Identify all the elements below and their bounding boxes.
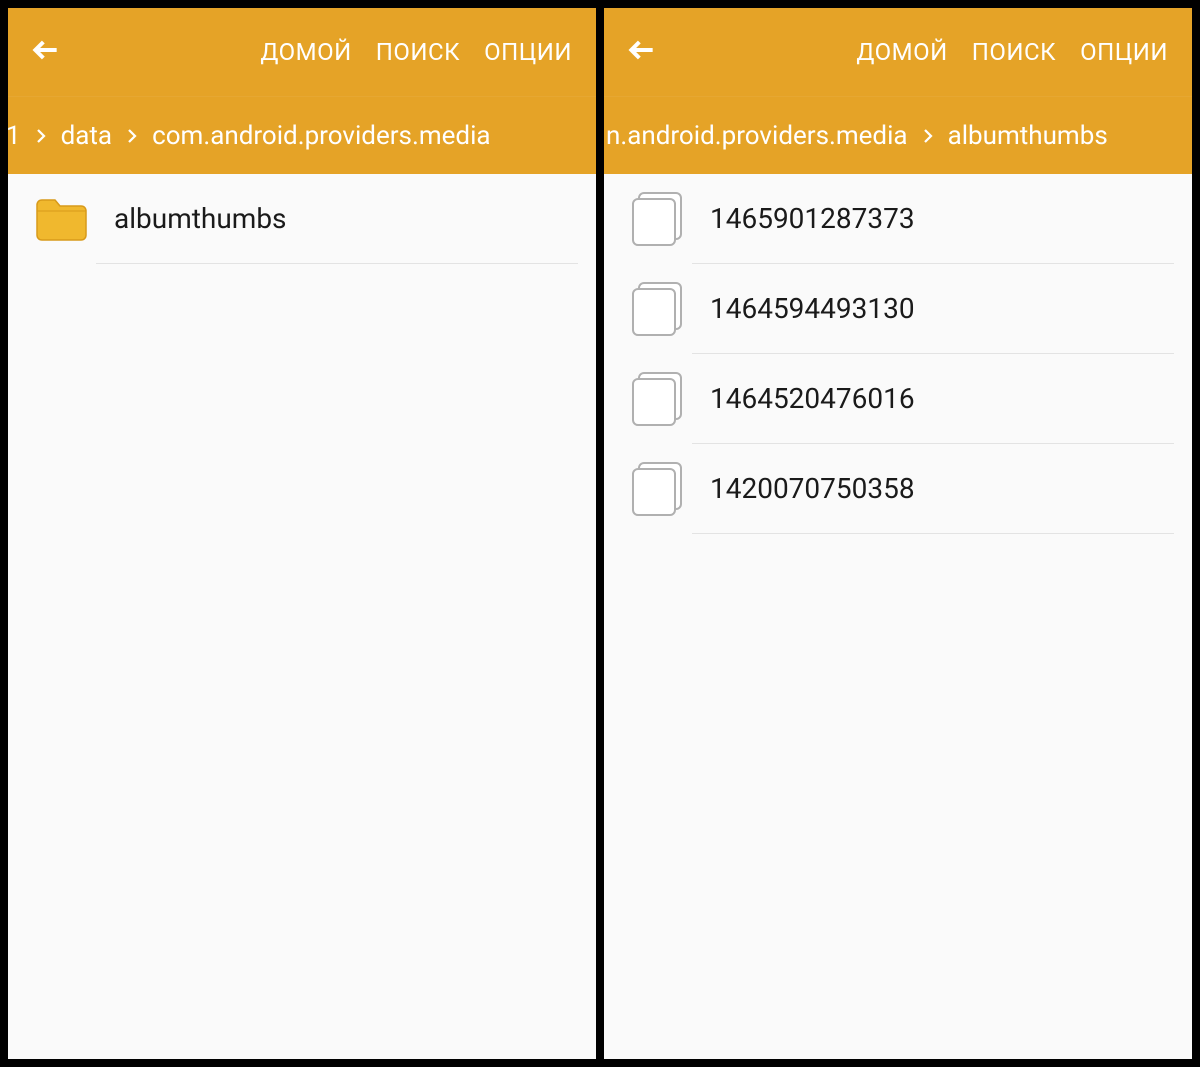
options-button[interactable]: ОПЦИИ xyxy=(1080,38,1168,66)
back-button[interactable] xyxy=(24,30,68,74)
folder-icon xyxy=(26,195,96,243)
home-button[interactable]: ДОМОЙ xyxy=(260,38,351,66)
list-item-label-wrap: 1465901287373 xyxy=(692,174,1174,264)
breadcrumb-item[interactable]: albumthumbs xyxy=(948,121,1108,151)
file-icon xyxy=(622,372,692,426)
breadcrumb-item[interactable]: n.android.providers.media xyxy=(606,121,908,151)
chevron-right-icon xyxy=(908,127,948,145)
list-item[interactable]: albumthumbs xyxy=(8,174,596,264)
home-button[interactable]: ДОМОЙ xyxy=(856,38,947,66)
list-item-label-wrap: 1464594493130 xyxy=(692,264,1174,354)
header-actions: ДОМОЙ ПОИСК ОПЦИИ xyxy=(68,38,580,66)
arrow-left-icon xyxy=(30,34,62,70)
list-item[interactable]: 1464594493130 xyxy=(604,264,1192,354)
header: ДОМОЙ ПОИСК ОПЦИИ xyxy=(604,8,1192,96)
breadcrumb-item[interactable]: com.android.providers.media xyxy=(152,121,490,151)
list-item[interactable]: 1464520476016 xyxy=(604,354,1192,444)
breadcrumb: n.android.providers.media albumthumbs xyxy=(600,96,1192,174)
options-button[interactable]: ОПЦИИ xyxy=(484,38,572,66)
file-list: 1465901287373 1464594493130 146452047601… xyxy=(604,174,1192,1059)
breadcrumb-item[interactable]: data xyxy=(61,121,112,151)
list-item-label: 1464520476016 xyxy=(692,382,915,415)
list-item-label: 1464594493130 xyxy=(692,292,915,325)
header-actions: ДОМОЙ ПОИСК ОПЦИИ xyxy=(664,38,1176,66)
list-item[interactable]: 1420070750358 xyxy=(604,444,1192,534)
file-list: albumthumbs xyxy=(8,174,596,1059)
back-button[interactable] xyxy=(620,30,664,74)
list-item-label: 1465901287373 xyxy=(692,202,915,235)
file-icon xyxy=(622,192,692,246)
breadcrumb: 1 data com.android.providers.media xyxy=(0,96,596,174)
header: ДОМОЙ ПОИСК ОПЦИИ xyxy=(8,8,596,96)
panel-left: ДОМОЙ ПОИСК ОПЦИИ 1 data com.android.pro… xyxy=(0,0,600,1067)
search-button[interactable]: ПОИСК xyxy=(972,38,1056,66)
list-item-label: albumthumbs xyxy=(96,202,287,235)
list-item-label-wrap: albumthumbs xyxy=(96,174,578,264)
chevron-right-icon xyxy=(21,127,61,145)
list-item-label-wrap: 1464520476016 xyxy=(692,354,1174,444)
list-item-label: 1420070750358 xyxy=(692,472,915,505)
list-item-label-wrap: 1420070750358 xyxy=(692,444,1174,534)
search-button[interactable]: ПОИСК xyxy=(376,38,460,66)
chevron-right-icon xyxy=(112,127,152,145)
file-icon xyxy=(622,282,692,336)
file-icon xyxy=(622,462,692,516)
panel-right: ДОМОЙ ПОИСК ОПЦИИ n.android.providers.me… xyxy=(600,0,1200,1067)
list-item[interactable]: 1465901287373 xyxy=(604,174,1192,264)
breadcrumb-item[interactable]: 1 xyxy=(6,121,21,151)
arrow-left-icon xyxy=(626,34,658,70)
